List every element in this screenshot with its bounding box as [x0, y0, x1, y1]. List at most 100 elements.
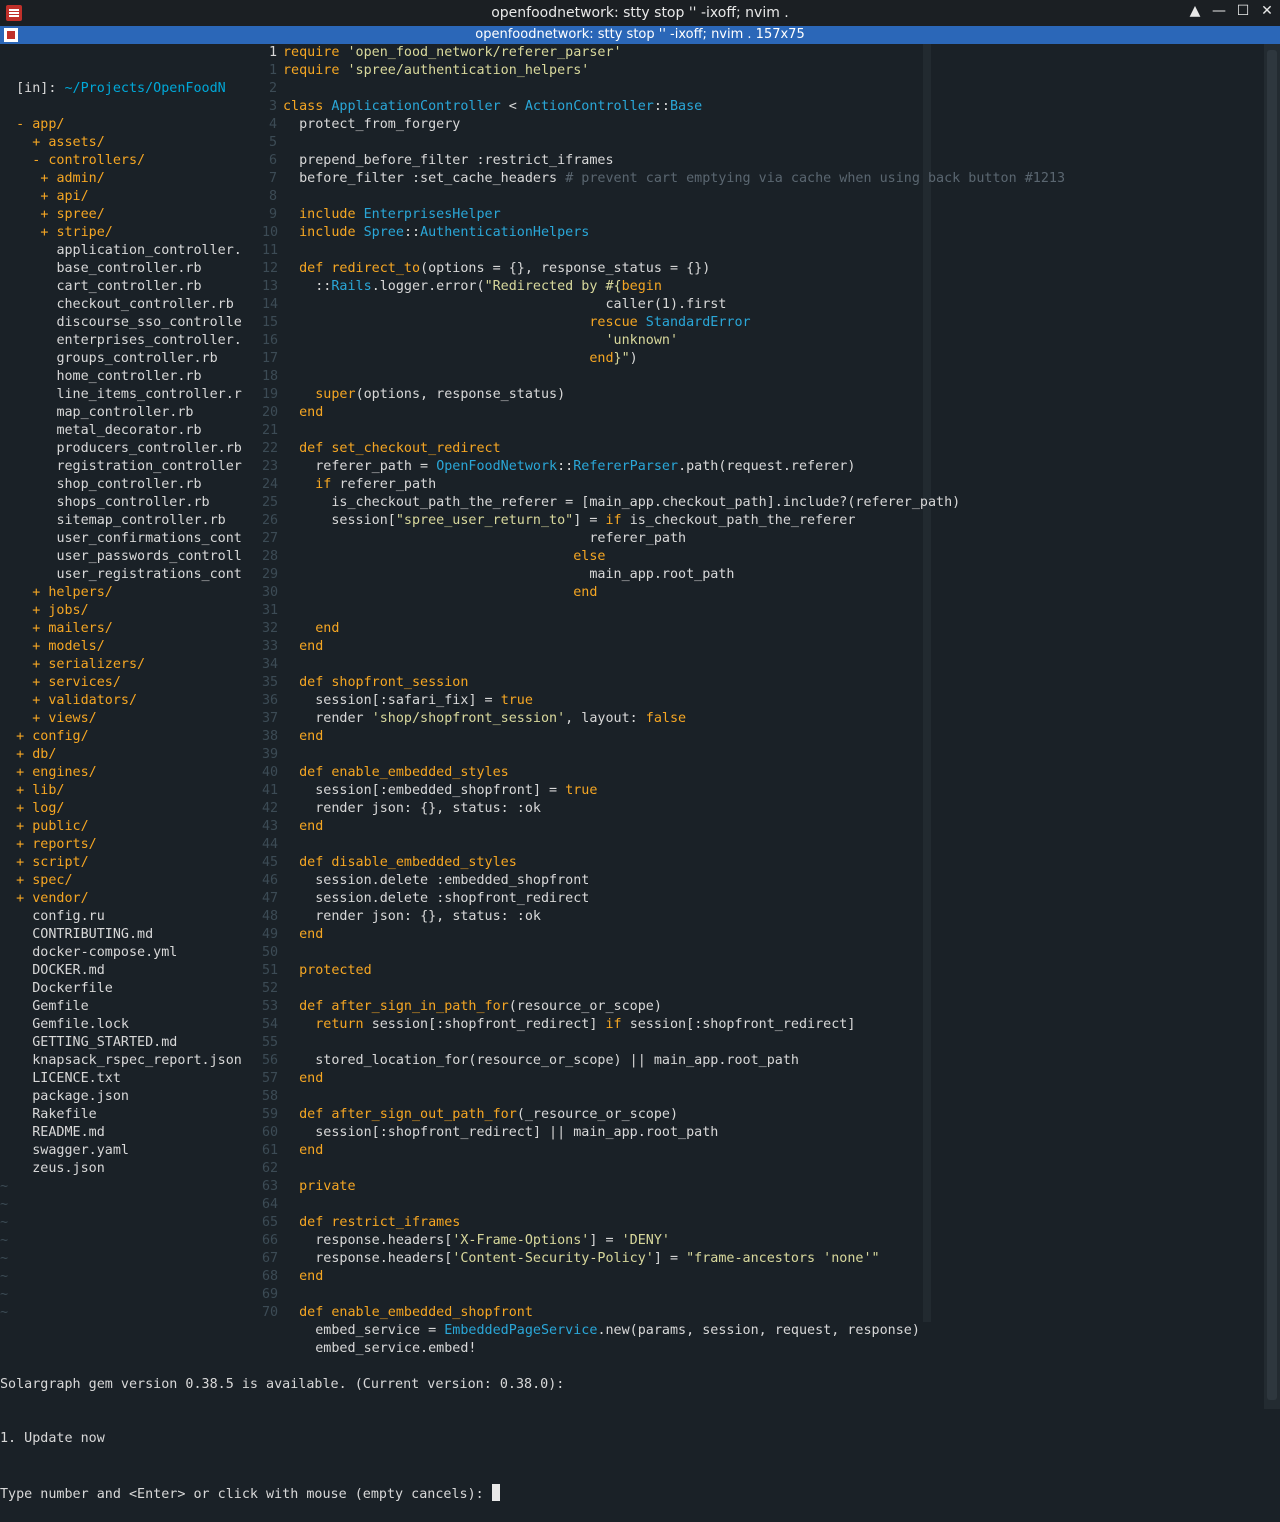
code-line[interactable] [283, 980, 923, 998]
cmdline-option[interactable]: 1. Update now [0, 1430, 1264, 1448]
code-line[interactable]: session["spree_user_return_to"] = if is_… [283, 512, 923, 530]
tree-file[interactable]: CONTRIBUTING.md [0, 926, 262, 944]
code-line[interactable]: end [283, 728, 923, 746]
tree-dir[interactable]: - controllers/ [0, 152, 262, 170]
code-line[interactable]: end [283, 926, 923, 944]
tree-file[interactable]: metal_decorator.rb [0, 422, 262, 440]
tree-dir[interactable]: + engines/ [0, 764, 262, 782]
tree-dir[interactable]: + models/ [0, 638, 262, 656]
expand-icon[interactable]: + [16, 801, 32, 816]
code-line[interactable]: response.headers['X-Frame-Options'] = 'D… [283, 1232, 923, 1250]
code-line[interactable]: render json: {}, status: :ok [283, 800, 923, 818]
tree-file[interactable]: home_controller.rb [0, 368, 262, 386]
tree-file[interactable]: base_controller.rb [0, 260, 262, 278]
expand-icon[interactable]: + [16, 729, 32, 744]
tree-dir[interactable]: + log/ [0, 800, 262, 818]
tree-file[interactable]: Dockerfile [0, 980, 262, 998]
code-line[interactable]: if referer_path [283, 476, 923, 494]
expand-icon[interactable]: + [32, 675, 48, 690]
tree-dir[interactable]: + api/ [0, 188, 262, 206]
code-line[interactable]: end [283, 1142, 923, 1160]
tree-file[interactable]: user_registrations_cont [0, 566, 262, 584]
tree-dir[interactable]: + db/ [0, 746, 262, 764]
code-line[interactable] [283, 1034, 923, 1052]
code-line[interactable]: protect_from_forgery [283, 116, 923, 134]
expand-icon[interactable]: + [32, 135, 48, 150]
tree-dir[interactable]: + spec/ [0, 872, 262, 890]
tree-dir[interactable]: + public/ [0, 818, 262, 836]
tree-file[interactable]: registration_controller [0, 458, 262, 476]
code-line[interactable]: def after_sign_out_path_for(_resource_or… [283, 1106, 923, 1124]
tree-file[interactable]: enterprises_controller. [0, 332, 262, 350]
tree-file[interactable]: producers_controller.rb [0, 440, 262, 458]
tree-file[interactable]: Rakefile [0, 1106, 262, 1124]
code-line[interactable]: end [283, 584, 923, 602]
code-line[interactable]: before_filter :set_cache_headers # preve… [283, 170, 1065, 188]
tree-dir[interactable]: + serializers/ [0, 656, 262, 674]
code-editor[interactable]: require 'open_food_network/referer_parse… [283, 44, 1065, 1356]
tree-dir[interactable]: + mailers/ [0, 620, 262, 638]
expand-icon[interactable]: + [32, 639, 48, 654]
expand-icon[interactable]: + [40, 207, 56, 222]
tree-file[interactable]: user_passwords_controll [0, 548, 262, 566]
code-line[interactable]: def shopfront_session [283, 674, 923, 692]
expand-icon[interactable]: + [16, 747, 32, 762]
tree-dir[interactable]: + validators/ [0, 692, 262, 710]
tree-file[interactable]: line_items_controller.r [0, 386, 262, 404]
expand-icon[interactable]: + [40, 189, 56, 204]
code-line[interactable]: caller(1).first [283, 296, 923, 314]
tree-file[interactable]: knapsack_rspec_report.json [0, 1052, 262, 1070]
tree-dir[interactable]: - app/ [0, 116, 262, 134]
code-line[interactable]: def after_sign_in_path_for(resource_or_s… [283, 998, 923, 1016]
code-line[interactable]: render json: {}, status: :ok [283, 908, 923, 926]
tree-dir[interactable]: + admin/ [0, 170, 262, 188]
code-line[interactable] [283, 422, 923, 440]
code-line[interactable]: class ApplicationController < ActionCont… [283, 98, 923, 116]
code-line[interactable] [283, 368, 923, 386]
expand-icon[interactable]: + [40, 225, 56, 240]
code-line[interactable] [283, 746, 923, 764]
tree-file[interactable]: user_confirmations_cont [0, 530, 262, 548]
code-line[interactable]: protected [283, 962, 923, 980]
code-line[interactable]: def enable_embedded_styles [283, 764, 923, 782]
code-line[interactable]: session[:embedded_shopfront] = true [283, 782, 923, 800]
tree-dir[interactable]: + views/ [0, 710, 262, 728]
expand-icon[interactable]: + [32, 657, 48, 672]
code-line[interactable] [283, 836, 923, 854]
expand-icon[interactable]: + [32, 585, 48, 600]
code-line[interactable]: end [283, 1268, 923, 1286]
expand-icon[interactable]: + [16, 783, 32, 798]
expand-icon[interactable]: + [16, 855, 32, 870]
code-line[interactable]: def disable_embedded_styles [283, 854, 923, 872]
code-line[interactable] [283, 1286, 923, 1304]
expand-icon[interactable]: + [16, 819, 32, 834]
code-line[interactable]: session[:shopfront_redirect] || main_app… [283, 1124, 923, 1142]
code-line[interactable]: response.headers['Content-Security-Polic… [283, 1250, 923, 1268]
expand-icon[interactable]: + [32, 693, 48, 708]
code-line[interactable]: ::Rails.logger.error("Redirected by #{be… [283, 278, 923, 296]
code-line[interactable]: referer_path = OpenFoodNetwork::RefererP… [283, 458, 923, 476]
code-line[interactable] [283, 944, 923, 962]
tree-dir[interactable]: + services/ [0, 674, 262, 692]
tree-dir[interactable]: + jobs/ [0, 602, 262, 620]
code-line[interactable]: def redirect_to(options = {}, response_s… [283, 260, 923, 278]
tree-file[interactable]: Gemfile [0, 998, 262, 1016]
tree-dir[interactable]: + lib/ [0, 782, 262, 800]
expand-icon[interactable]: + [16, 765, 32, 780]
code-line[interactable] [283, 188, 923, 206]
file-tree[interactable]: [in]: ~/Projects/OpenFoodN - app/ + asse… [0, 44, 262, 1322]
code-line[interactable]: main_app.root_path [283, 566, 923, 584]
tree-file[interactable]: checkout_controller.rb [0, 296, 262, 314]
command-line[interactable]: Solargraph gem version 0.38.5 is availab… [0, 1340, 1264, 1522]
tree-file[interactable]: map_controller.rb [0, 404, 262, 422]
code-line[interactable] [283, 602, 923, 620]
code-line[interactable]: end [283, 638, 923, 656]
tree-file[interactable]: groups_controller.rb [0, 350, 262, 368]
tree-dir[interactable]: + assets/ [0, 134, 262, 152]
tree-file[interactable]: config.ru [0, 908, 262, 926]
code-line[interactable]: referer_path [283, 530, 923, 548]
code-line[interactable] [283, 656, 923, 674]
code-line[interactable]: embed_service = EmbeddedPageService.new(… [283, 1322, 923, 1340]
minimize-button[interactable]: — [1212, 3, 1226, 19]
tree-dir[interactable]: + vendor/ [0, 890, 262, 908]
